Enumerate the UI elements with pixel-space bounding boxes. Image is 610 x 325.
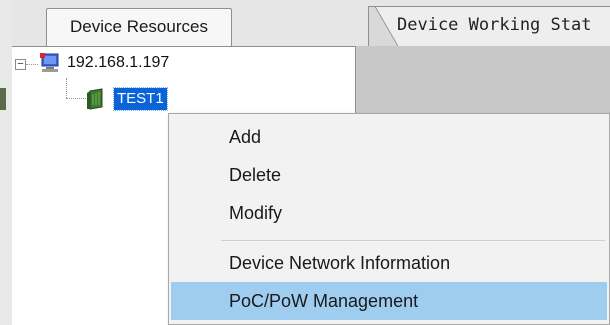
tab-strip: Device Resources Device Working Stat	[12, 0, 610, 46]
tab-device-resources[interactable]: Device Resources	[46, 8, 232, 46]
left-edge-marker	[0, 88, 6, 110]
menu-item-device-network-information[interactable]: Device Network Information	[171, 244, 607, 282]
tree-node-ip[interactable]: 192.168.1.197	[67, 52, 169, 74]
menu-item-modify[interactable]: Modify	[171, 194, 607, 232]
tree-connector	[26, 64, 38, 65]
computer-icon	[40, 53, 59, 72]
collapse-expander[interactable]: −	[15, 59, 26, 70]
tree-connector-child	[66, 98, 86, 99]
tree-node-test1[interactable]: TEST1	[113, 87, 168, 111]
menu-separator	[221, 240, 605, 241]
menu-item-delete[interactable]: Delete	[171, 156, 607, 194]
tab-device-working-status-label: Device Working Stat	[397, 15, 592, 35]
menu-item-add[interactable]: Add	[171, 118, 607, 156]
device-icon	[87, 88, 103, 110]
menu-item-poc-pow-management[interactable]: PoC/PoW Management	[171, 282, 607, 320]
tree-connector-vertical	[66, 78, 67, 98]
tab-device-working-status[interactable]: Device Working Stat	[368, 6, 610, 46]
context-menu: Add Delete Modify Device Network Informa…	[168, 113, 610, 325]
